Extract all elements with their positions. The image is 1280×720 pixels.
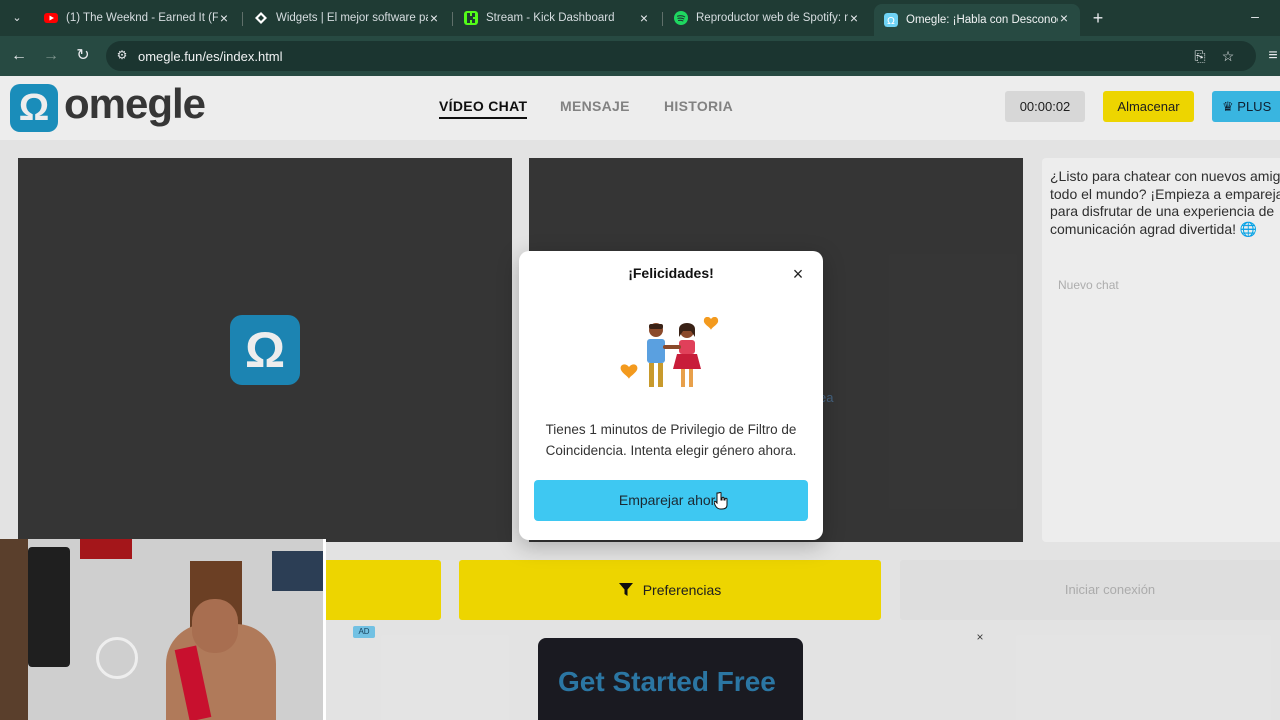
widgets-icon: [255, 12, 267, 24]
bookmark-star-icon[interactable]: ☆: [1219, 47, 1237, 65]
forward-icon[interactable]: →: [40, 45, 62, 67]
webcam-poster: [272, 551, 326, 591]
webcam-overlay: [0, 539, 326, 720]
close-icon[interactable]: ×: [789, 265, 807, 283]
kick-icon: [464, 11, 478, 25]
close-tab-icon[interactable]: ×: [426, 10, 442, 26]
close-tab-icon[interactable]: ×: [846, 10, 862, 26]
tab-youtube[interactable]: (1) The Weeknd - Earned It (Fift ×: [34, 4, 240, 32]
webcam-hanging-clothes: [28, 547, 70, 667]
browser-tabstrip: ⌄ (1) The Weeknd - Earned It (Fift × Wid…: [0, 0, 1280, 36]
dialog-title: ¡Felicidades!: [628, 265, 714, 281]
webcam-person-head: [192, 599, 238, 653]
spotify-icon: [674, 11, 688, 25]
reload-icon[interactable]: ↻: [72, 45, 94, 67]
tab-kick[interactable]: Stream - Kick Dashboard ×: [454, 4, 660, 32]
dialog-message: Tienes 1 minutos de Privilegio de Filtro…: [545, 422, 797, 458]
congrats-dialog: ¡Felicidades! × Tienes 1 minutos de Priv…: [519, 251, 823, 540]
close-tab-icon[interactable]: ×: [1056, 10, 1072, 26]
tab-divider: [662, 12, 663, 26]
hand-cursor-icon: [714, 492, 728, 510]
tab-title: Stream - Kick Dashboard: [486, 12, 615, 24]
back-icon[interactable]: ←: [8, 45, 30, 67]
match-now-button[interactable]: Emparejar ahora: [534, 480, 808, 521]
youtube-icon: [44, 13, 58, 23]
tab-divider: [452, 12, 453, 26]
couple-holding-hands-icon: [620, 317, 719, 387]
install-app-icon[interactable]: ⎘: [1191, 47, 1209, 65]
reading-list-icon[interactable]: ≡: [1262, 45, 1280, 67]
minimize-window-icon[interactable]: –: [1246, 8, 1264, 26]
new-tab-icon[interactable]: +: [1089, 9, 1107, 27]
tab-widgets[interactable]: Widgets | El mejor software par ×: [244, 4, 450, 32]
webcam-fan: [96, 637, 138, 679]
tab-search-icon[interactable]: ⌄: [6, 8, 28, 28]
address-bar[interactable]: ⚙ omegle.fun/es/index.html ⎘ ☆: [106, 41, 1256, 71]
tab-omegle[interactable]: Ω Omegle: ¡Habla con Desconoci ×: [874, 4, 1080, 36]
browser-toolbar: ← → ↻ ⚙ omegle.fun/es/index.html ⎘ ☆ ≡: [0, 36, 1280, 76]
tab-title: (1) The Weeknd - Earned It (Fift: [66, 12, 218, 24]
webcam-door: [0, 539, 28, 720]
omegle-icon: Ω: [884, 13, 898, 27]
close-tab-icon[interactable]: ×: [636, 10, 652, 26]
tab-divider: [242, 12, 243, 26]
tab-spotify[interactable]: Reproductor web de Spotify: m ×: [664, 4, 870, 32]
tab-title: Widgets | El mejor software par: [276, 12, 428, 24]
url-text[interactable]: omegle.fun/es/index.html: [138, 49, 283, 64]
svg-text:Ω: Ω: [887, 16, 895, 27]
close-tab-icon[interactable]: ×: [216, 10, 232, 26]
tab-title: Omegle: ¡Habla con Desconoci: [906, 14, 1058, 26]
webcam-flag: [80, 539, 132, 559]
site-info-icon[interactable]: ⚙: [114, 48, 130, 64]
tab-title: Reproductor web de Spotify: m: [696, 12, 848, 24]
webcam-border: [323, 539, 326, 720]
